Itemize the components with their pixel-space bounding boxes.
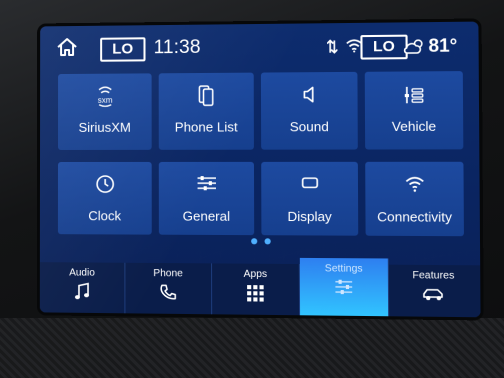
display-icon	[261, 174, 358, 195]
driver-temp-button[interactable]: LO	[100, 37, 146, 62]
tile-label-display: Display	[287, 208, 332, 225]
tile-label-general: General	[182, 208, 231, 224]
nav-label-features: Features	[412, 270, 455, 282]
phone-icon	[125, 283, 211, 304]
vehicle-settings-icon	[365, 83, 463, 104]
page-dot-1[interactable]	[251, 238, 258, 245]
sliders-icon	[159, 174, 254, 194]
apps-grid-icon	[212, 284, 299, 305]
tile-label-vehicle: Vehicle	[391, 118, 437, 135]
infotainment-screen: LO 11:38 LO 81° sxm SiriusXM Phone List …	[39, 21, 481, 318]
nav-phone[interactable]: Phone	[125, 262, 213, 315]
tile-label-sound: Sound	[289, 118, 329, 135]
bottom-nav-bar: Audio Phone Apps Settings Features	[39, 257, 481, 318]
nav-label-audio: Audio	[69, 267, 95, 279]
driver-temp-value: LO	[112, 40, 134, 58]
nav-label-apps: Apps	[243, 268, 268, 281]
partly-cloudy-icon	[402, 38, 425, 55]
tile-siriusxm[interactable]: sxm SiriusXM	[57, 73, 152, 150]
nav-settings[interactable]: Settings	[299, 257, 390, 317]
tile-label-siriusxm: SiriusXM	[78, 119, 131, 135]
clock-time: 11:38	[153, 36, 201, 59]
outside-temp: 81°	[428, 35, 458, 56]
speaker-icon	[261, 84, 358, 105]
music-note-icon	[40, 282, 125, 303]
tile-vehicle[interactable]: Vehicle	[364, 71, 464, 150]
outside-weather: 81°	[402, 35, 457, 57]
tile-phone-list[interactable]: Phone List	[158, 72, 254, 150]
passenger-temp-value: LO	[372, 37, 395, 56]
settings-sliders-icon	[300, 278, 388, 299]
nav-audio[interactable]: Audio	[39, 262, 126, 314]
tile-display[interactable]: Display	[261, 161, 359, 236]
passenger-temp-button[interactable]: LO	[360, 34, 408, 60]
tile-label-clock: Clock	[88, 208, 122, 224]
nav-label-settings: Settings	[324, 263, 363, 275]
tile-label-phone-list: Phone List	[174, 119, 238, 135]
nav-features[interactable]: Features	[389, 265, 479, 318]
page-dot-2[interactable]	[264, 238, 271, 245]
home-icon[interactable]	[56, 37, 78, 57]
tile-clock[interactable]: Clock	[57, 161, 152, 235]
status-bar: LO 11:38 LO 81°	[40, 22, 479, 71]
tile-sound[interactable]: Sound	[260, 71, 358, 150]
siriusxm-icon: sxm	[58, 85, 152, 107]
svg-text:sxm: sxm	[97, 96, 112, 105]
phone-list-icon	[159, 85, 254, 106]
wifi-icon	[365, 174, 463, 195]
tile-connectivity[interactable]: Connectivity	[365, 161, 464, 237]
status-icons	[327, 38, 363, 55]
tile-label-connectivity: Connectivity	[377, 209, 453, 225]
nav-apps[interactable]: Apps	[212, 263, 301, 316]
tile-general[interactable]: General	[158, 161, 255, 236]
data-transfer-icon	[327, 38, 337, 54]
nav-label-phone: Phone	[153, 268, 183, 280]
page-indicator	[251, 238, 271, 245]
carbon-fiber-trim	[0, 318, 504, 378]
clock-icon	[58, 174, 152, 194]
car-icon	[389, 285, 478, 307]
